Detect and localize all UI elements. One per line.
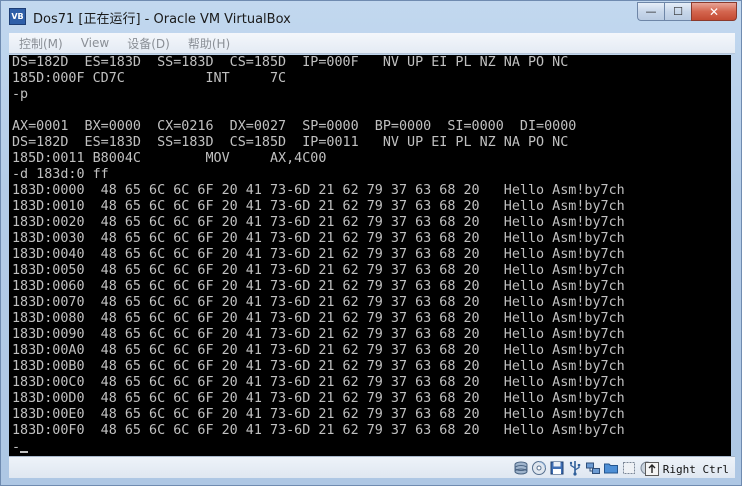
network-icon[interactable]	[585, 460, 601, 476]
usb-icon[interactable]	[567, 460, 583, 476]
console-line: 183D:0000 48 65 6C 6C 6F 20 41 73-6D 21 …	[12, 183, 625, 198]
console-line: -p	[12, 87, 29, 102]
console-line: AX=0001 BX=0000 CX=0216 DX=0027 SP=0000 …	[12, 119, 577, 134]
title-bar[interactable]: VB Dos71 [正在运行] - Oracle VM VirtualBox —…	[1, 1, 741, 33]
close-button[interactable]: ✕	[691, 2, 737, 21]
host-key-label: Right Ctrl	[662, 462, 729, 476]
text-cursor	[20, 451, 29, 453]
console-line: 183D:0060 48 65 6C 6C 6F 20 41 73-6D 21 …	[12, 279, 625, 294]
console-line: 183D:0040 48 65 6C 6C 6F 20 41 73-6D 21 …	[12, 247, 625, 262]
vm-console-screen[interactable]: DS=182D ES=183D SS=183D CS=185D IP=000F …	[9, 55, 731, 456]
console-line: 183D:0050 48 65 6C 6C 6F 20 41 73-6D 21 …	[12, 263, 625, 278]
console-line: DS=182D ES=183D SS=183D CS=185D IP=000F …	[12, 55, 569, 70]
capture-icon[interactable]	[621, 460, 637, 476]
virtualbox-window: VB Dos71 [正在运行] - Oracle VM VirtualBox —…	[0, 0, 742, 486]
minimize-icon: —	[645, 5, 657, 18]
minimize-button[interactable]: —	[637, 2, 664, 21]
console-output: DS=182D ES=183D SS=183D CS=185D IP=000F …	[9, 55, 731, 439]
console-line: 183D:0020 48 65 6C 6C 6F 20 41 73-6D 21 …	[12, 215, 625, 230]
menu-devices[interactable]: 设备(D)	[117, 35, 178, 52]
console-line: 183D:00D0 48 65 6C 6C 6F 20 41 73-6D 21 …	[12, 391, 625, 406]
optical-drive-icon[interactable]	[531, 460, 547, 476]
window-title: Dos71 [正在运行] - Oracle VM VirtualBox	[33, 12, 291, 27]
menu-bar: 控制(M) View 设备(D) 帮助(H)	[9, 33, 735, 54]
menu-view[interactable]: View	[71, 36, 117, 50]
console-line: 183D:00E0 48 65 6C 6C 6F 20 41 73-6D 21 …	[12, 407, 625, 422]
console-line: 183D:0010 48 65 6C 6C 6F 20 41 73-6D 21 …	[12, 199, 625, 214]
console-line: 183D:0080 48 65 6C 6C 6F 20 41 73-6D 21 …	[12, 311, 625, 326]
console-line: 185D:0011 B8004C MOV AX,4C00	[12, 151, 327, 166]
console-line: 183D:00F0 48 65 6C 6C 6F 20 41 73-6D 21 …	[12, 423, 625, 438]
menu-control[interactable]: 控制(M)	[9, 35, 71, 52]
floppy-icon[interactable]	[549, 460, 565, 476]
maximize-icon: ☐	[673, 5, 683, 18]
console-line: 185D:000F CD7C INT 7C	[12, 71, 287, 86]
host-key-arrow-icon	[644, 461, 660, 477]
close-icon: ✕	[708, 4, 720, 19]
console-line: 183D:0030 48 65 6C 6C 6F 20 41 73-6D 21 …	[12, 231, 625, 246]
console-line: 183D:0090 48 65 6C 6C 6F 20 41 73-6D 21 …	[12, 327, 625, 342]
window-controls: — ☐ ✕	[637, 2, 737, 22]
command-prompt-line: -	[12, 440, 29, 456]
shared-folder-icon[interactable]	[603, 460, 619, 476]
console-line: DS=182D ES=183D SS=183D CS=185D IP=0011 …	[12, 135, 569, 150]
command-prompt: -	[12, 440, 21, 455]
console-line: 183D:0070 48 65 6C 6C 6F 20 41 73-6D 21 …	[12, 295, 625, 310]
console-line: 183D:00A0 48 65 6C 6C 6F 20 41 73-6D 21 …	[12, 343, 625, 358]
console-line: -d 183d:0 ff	[12, 167, 109, 182]
console-line: 183D:00C0 48 65 6C 6C 6F 20 41 73-6D 21 …	[12, 375, 625, 390]
host-key-indicator[interactable]: Right Ctrl	[644, 461, 729, 477]
virtualbox-app-icon[interactable]: VB	[9, 8, 26, 25]
maximize-button[interactable]: ☐	[664, 2, 691, 21]
menu-help[interactable]: 帮助(H)	[178, 35, 238, 52]
hard-disk-icon[interactable]	[513, 460, 529, 476]
console-line: 183D:00B0 48 65 6C 6C 6F 20 41 73-6D 21 …	[12, 359, 625, 374]
device-indicators	[513, 460, 655, 476]
status-bar: Right Ctrl	[9, 456, 735, 478]
